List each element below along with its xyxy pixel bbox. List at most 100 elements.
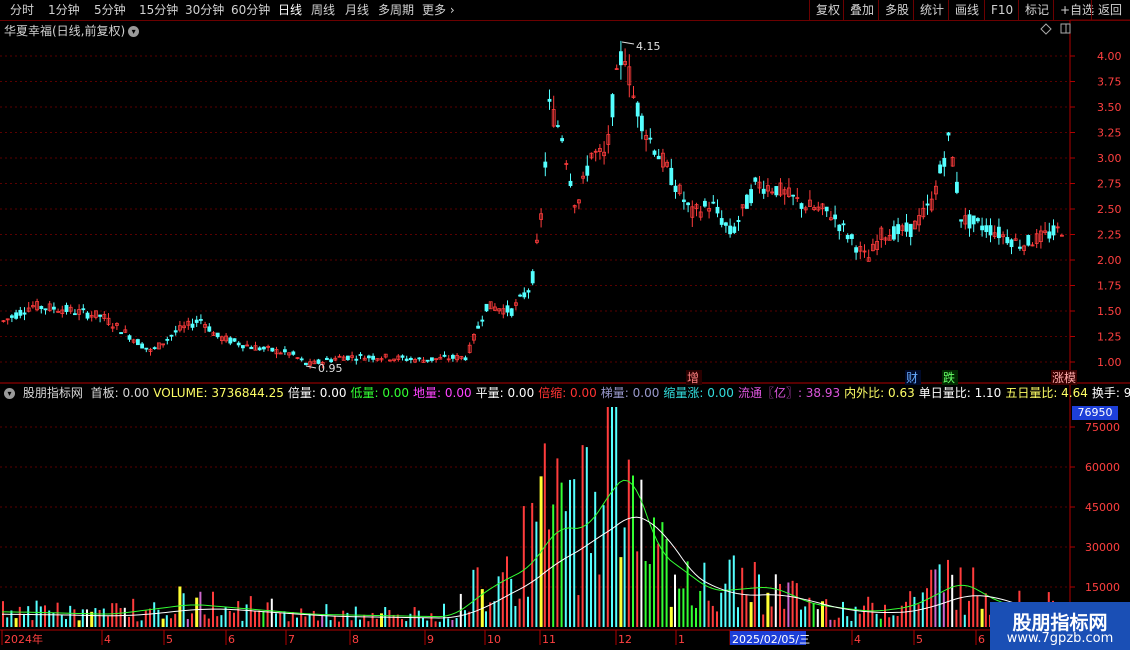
volume-bar bbox=[317, 620, 319, 627]
volume-bar bbox=[955, 609, 958, 627]
candle-body bbox=[257, 347, 262, 351]
volume-bar bbox=[678, 588, 681, 627]
indicator-item: 平量: 0.00 bbox=[475, 386, 535, 400]
volume-bar bbox=[951, 574, 954, 627]
candle-body bbox=[404, 358, 409, 361]
candle-body bbox=[232, 338, 237, 342]
price-tick-label: 3.25 bbox=[1097, 127, 1122, 140]
volume-bar bbox=[464, 610, 466, 627]
volume-bar bbox=[783, 608, 786, 627]
volume-bar bbox=[711, 605, 714, 627]
volume-bar bbox=[560, 482, 563, 627]
volume-bar bbox=[930, 569, 933, 627]
chart-settings-icon[interactable] bbox=[1060, 23, 1071, 34]
volume-bar bbox=[577, 595, 580, 627]
candle-body bbox=[543, 161, 548, 168]
candle-body bbox=[518, 294, 522, 297]
candle-body bbox=[774, 186, 779, 196]
event-marker-add[interactable]: 增 bbox=[687, 371, 699, 385]
volume-bar bbox=[682, 588, 685, 627]
volume-bar bbox=[833, 619, 836, 627]
volume-bar bbox=[35, 600, 38, 627]
volume-axis: 75000 60000 45000 30000 15000 bbox=[1070, 421, 1120, 594]
volume-bar bbox=[140, 620, 143, 627]
volume-bar bbox=[304, 616, 307, 627]
volume-bar bbox=[548, 529, 550, 627]
candle-body bbox=[824, 206, 829, 212]
low-arrow-icon bbox=[305, 365, 317, 369]
volume-bar bbox=[144, 610, 147, 627]
candle-body bbox=[73, 313, 77, 316]
candle-body bbox=[761, 188, 766, 194]
volume-bar bbox=[837, 617, 840, 627]
candle-body bbox=[198, 319, 203, 321]
candle-body bbox=[904, 222, 909, 232]
event-marker-limit[interactable]: 涨模 bbox=[1052, 370, 1076, 385]
candle-body bbox=[925, 203, 930, 206]
volume-bar bbox=[569, 479, 571, 627]
candle-body bbox=[724, 222, 728, 226]
indicator-name[interactable]: 股朋指标网 bbox=[23, 386, 83, 400]
candle-body bbox=[85, 312, 90, 319]
volume-bar bbox=[842, 601, 844, 627]
candle-body bbox=[719, 218, 724, 225]
candle-body bbox=[837, 224, 842, 232]
candle-body bbox=[505, 305, 510, 313]
volume-bar bbox=[233, 612, 235, 627]
price-grid bbox=[0, 55, 1070, 363]
volume-bar bbox=[472, 569, 475, 627]
volume-bar bbox=[527, 596, 529, 627]
volume-bar bbox=[518, 598, 521, 627]
volume-bar bbox=[900, 605, 903, 627]
volume-bar bbox=[909, 591, 912, 627]
volume-bar bbox=[968, 600, 970, 627]
volume-bar bbox=[787, 582, 790, 627]
volume-bar bbox=[6, 617, 9, 627]
volume-bar bbox=[850, 620, 853, 627]
volume-bar bbox=[825, 599, 828, 627]
volume-bar bbox=[892, 615, 895, 627]
volume-bar bbox=[707, 600, 710, 627]
diamond-icon[interactable] bbox=[1040, 23, 1052, 35]
volume-bar bbox=[871, 602, 874, 627]
volume-bar bbox=[308, 613, 311, 627]
volume-bar bbox=[10, 610, 13, 627]
volume-bar bbox=[762, 614, 765, 627]
event-marker-finance[interactable]: 财 bbox=[906, 371, 918, 385]
candle-body bbox=[366, 355, 371, 359]
event-marker-drop[interactable]: 跌 bbox=[943, 370, 955, 385]
volume-bar bbox=[186, 619, 189, 627]
indicator-item: 缩量涨: 0.00 bbox=[663, 386, 734, 400]
indicator-chevron-icon[interactable]: ▾ bbox=[4, 388, 15, 399]
volume-bar bbox=[493, 601, 496, 627]
candle-body bbox=[980, 225, 984, 231]
price-tick-label: 4.00 bbox=[1097, 50, 1122, 63]
volume-bar bbox=[972, 567, 975, 627]
watermark-url: www.7gpzb.com bbox=[1006, 631, 1114, 646]
volume-bar bbox=[170, 618, 172, 627]
volume-bar bbox=[375, 618, 378, 627]
volume-bar bbox=[720, 592, 723, 627]
volume-bars bbox=[2, 407, 1063, 627]
volume-bar bbox=[275, 613, 277, 627]
volume-bar bbox=[896, 615, 899, 627]
candle-body bbox=[9, 315, 14, 318]
candle-body bbox=[1005, 237, 1010, 244]
volume-bar bbox=[665, 539, 668, 627]
volume-bar bbox=[438, 621, 441, 627]
candle-body bbox=[98, 314, 102, 317]
volume-tick-label: 45000 bbox=[1085, 501, 1120, 514]
volume-bar bbox=[594, 491, 597, 627]
candle-body bbox=[81, 308, 86, 311]
volume-bar bbox=[598, 574, 601, 627]
date-label: 4 bbox=[104, 633, 111, 646]
candle-body bbox=[522, 292, 527, 298]
volume-bar bbox=[774, 574, 777, 627]
candle-body bbox=[127, 335, 132, 340]
volume-bar bbox=[321, 614, 324, 627]
volume-bar bbox=[632, 475, 634, 627]
volume-bar bbox=[602, 505, 605, 627]
volume-bar bbox=[674, 574, 676, 627]
candle-body bbox=[530, 271, 535, 284]
volume-bar bbox=[207, 618, 210, 627]
